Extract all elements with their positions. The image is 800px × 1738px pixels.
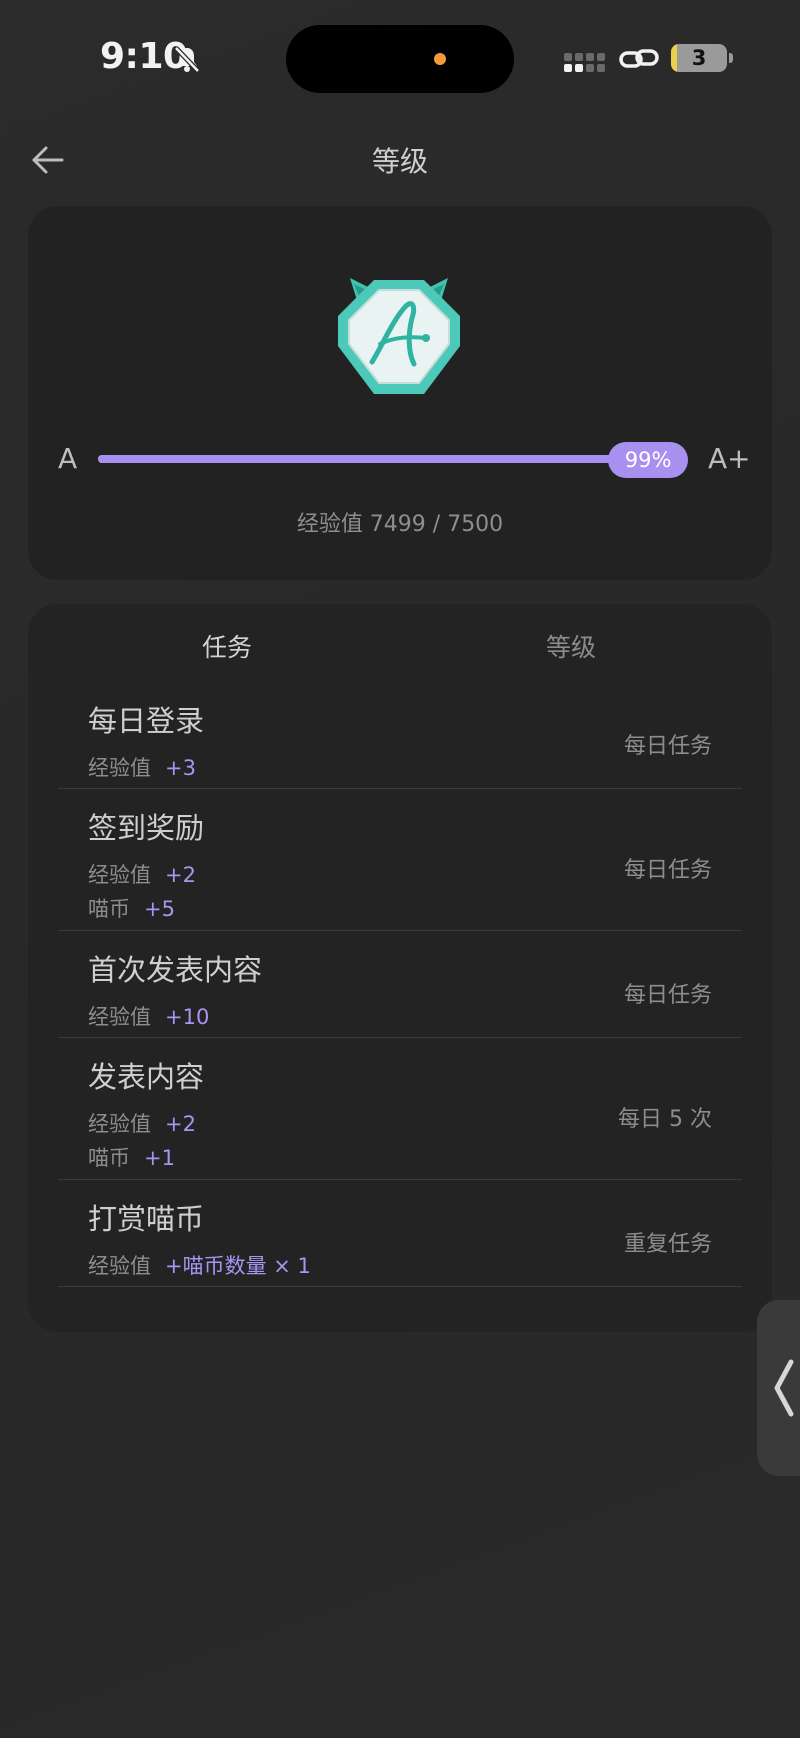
experience-text: 经验值 7499 / 7500 (296, 512, 504, 537)
reward-value: +5 (144, 897, 175, 921)
task-row-first-post: 首次发表内容 经验值 +10 每日任务 (58, 931, 742, 1038)
reward-value: +10 (165, 1005, 210, 1029)
battery-icon: 3 (671, 44, 727, 72)
bell-off-icon (174, 46, 200, 73)
reward-value: +3 (165, 756, 196, 780)
level-progress-track (98, 455, 686, 463)
task-reward: 喵币 +5 (88, 893, 175, 923)
task-row-tip-coins: 打赏喵币 经验值 +喵币数量 × 1 重复任务 (58, 1180, 742, 1287)
task-type: 每日任务 (623, 858, 712, 883)
page-title: 等级 (371, 145, 428, 178)
task-name: 发表内容 (88, 1060, 205, 1094)
level-screen: 9:10 3 等级 A 99% A+ 经验值 7499 / 7500 任务 等级… (0, 0, 800, 1738)
task-type: 每日 5 次 (618, 1107, 712, 1132)
reward-label: 喵币 (88, 1146, 130, 1170)
level-progress-fill (98, 455, 681, 463)
tab-tasks[interactable]: 任务 (202, 628, 252, 664)
reward-value: +2 (165, 863, 196, 887)
task-reward: 经验值 +10 (88, 1001, 209, 1031)
tasks-card: 任务 等级 每日登录 经验值 +3 每日任务 签到奖励 经验值 +2 喵币 +5 每日… (28, 604, 772, 1332)
progress-percent-pill: 99% (608, 442, 689, 478)
task-reward: 喵币 +1 (88, 1142, 175, 1172)
camera-indicator-icon (434, 53, 446, 65)
battery-cap (729, 53, 733, 63)
reward-value: +2 (165, 1112, 196, 1136)
level-a-badge-icon (338, 278, 460, 394)
reward-label: 经验值 (88, 1254, 151, 1278)
task-reward: 经验值 +3 (88, 752, 196, 782)
reward-label: 喵币 (88, 897, 130, 921)
task-list: 每日登录 经验值 +3 每日任务 签到奖励 经验值 +2 喵币 +5 每日任务 首次发… (58, 682, 742, 1287)
side-drawer-handle[interactable] (757, 1300, 800, 1476)
next-level-label: A+ (708, 442, 751, 475)
reward-label: 经验值 (88, 1005, 151, 1029)
reward-label: 经验值 (88, 1112, 151, 1136)
signal-icon (564, 53, 605, 72)
dynamic-island (286, 25, 514, 93)
task-row-checkin-reward: 签到奖励 经验值 +2 喵币 +5 每日任务 (58, 789, 742, 931)
tab-levels[interactable]: 等级 (546, 628, 596, 664)
task-row-post-content: 发表内容 经验值 +2 喵币 +1 每日 5 次 (58, 1038, 742, 1180)
task-reward: 经验值 +喵币数量 × 1 (88, 1250, 311, 1280)
task-type: 重复任务 (623, 1232, 712, 1257)
task-name: 打赏喵币 (88, 1202, 205, 1236)
task-row-daily-login: 每日登录 经验值 +3 每日任务 (58, 682, 742, 789)
status-bar: 9:10 3 (0, 0, 800, 120)
task-name: 每日登录 (88, 704, 205, 738)
task-reward: 经验值 +2 (88, 1108, 196, 1138)
task-type: 每日任务 (623, 734, 712, 759)
task-reward: 经验值 +2 (88, 859, 196, 889)
task-name: 首次发表内容 (88, 953, 263, 987)
task-name: 签到奖励 (88, 811, 205, 845)
task-type: 每日任务 (623, 983, 712, 1008)
link-icon (619, 49, 659, 68)
level-card: A 99% A+ 经验值 7499 / 7500 (28, 206, 772, 580)
battery-level-text: 3 (691, 46, 707, 70)
chevron-left-icon (774, 1359, 794, 1417)
reward-label: 经验值 (88, 863, 151, 887)
reward-label: 经验值 (88, 756, 151, 780)
reward-value: +喵币数量 × 1 (165, 1254, 311, 1278)
current-level-label: A (58, 442, 78, 475)
reward-value: +1 (144, 1146, 175, 1170)
